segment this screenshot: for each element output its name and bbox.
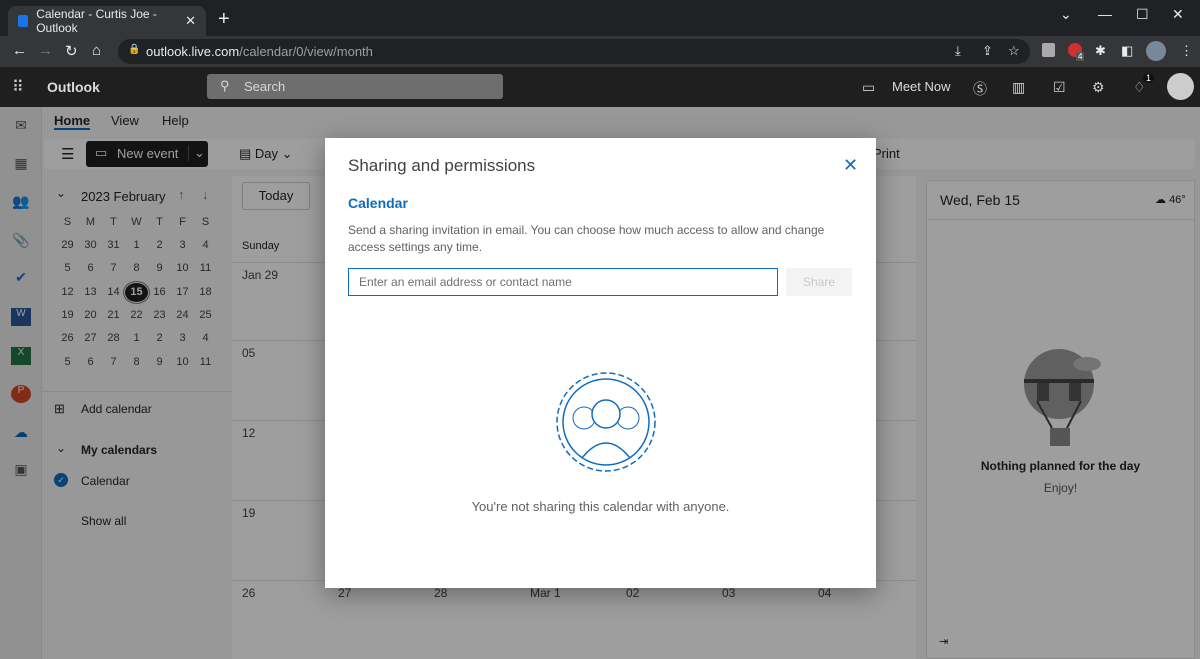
- app-name[interactable]: Outlook: [47, 79, 100, 95]
- meet-now-button[interactable]: Meet Now: [892, 79, 951, 94]
- share-icon[interactable]: ⇪: [982, 43, 993, 59]
- my-day-icon[interactable]: ☑: [1053, 79, 1066, 96]
- lock-icon: 🔒: [128, 44, 141, 55]
- share-button[interactable]: Share: [786, 268, 852, 296]
- tab-title: Calendar - Curtis Joe - Outlook: [36, 7, 157, 35]
- empty-sharing-text: You're not sharing this calendar with an…: [471, 499, 730, 514]
- reload-icon[interactable]: ↻: [65, 42, 78, 60]
- menu-icon[interactable]: ⋮: [1180, 43, 1193, 59]
- account-avatar[interactable]: [1167, 73, 1194, 100]
- profile-avatar[interactable]: [1146, 41, 1166, 61]
- sharing-dialog: Sharing and permissions ✕ Calendar Send …: [325, 138, 876, 588]
- outlook-favicon: [18, 15, 29, 27]
- extensions-puzzle-icon[interactable]: ✱: [1095, 43, 1106, 59]
- app-launcher-icon[interactable]: ⠿: [12, 77, 24, 97]
- onenote-icon[interactable]: ▥: [1012, 79, 1025, 96]
- browser-tab[interactable]: Calendar - Curtis Joe - Outlook ✕: [8, 6, 206, 36]
- calendar-section-title: Calendar: [348, 195, 408, 211]
- extension-icon[interactable]: [1042, 43, 1055, 57]
- browser-tab-bar: Calendar - Curtis Joe - Outlook ✕ + ⌄ — ☐…: [0, 0, 1200, 36]
- adblock-badge: 4: [1076, 52, 1085, 61]
- settings-gear-icon[interactable]: ⚙: [1092, 79, 1105, 96]
- minimize-button[interactable]: —: [1098, 6, 1112, 22]
- forward-icon[interactable]: →: [38, 42, 53, 59]
- close-tab-icon[interactable]: ✕: [185, 13, 196, 29]
- notification-badge: 1: [1143, 73, 1155, 83]
- dialog-description: Send a sharing invitation in email. You …: [348, 223, 825, 254]
- close-icon[interactable]: ✕: [843, 155, 858, 176]
- install-icon[interactable]: ⤓: [955, 43, 961, 59]
- bookmark-star-icon[interactable]: ☆: [1008, 43, 1020, 59]
- skype-icon[interactable]: Ⓢ: [973, 79, 987, 99]
- url-field[interactable]: 🔒 outlook.live.com/calendar/0/view/month: [118, 39, 1030, 64]
- email-input[interactable]: [348, 268, 778, 296]
- video-camera-icon[interactable]: ▭: [862, 79, 875, 96]
- tab-search-icon[interactable]: ⌄: [1060, 6, 1072, 23]
- people-sharing-illustration: [556, 372, 656, 472]
- close-window-button[interactable]: ✕: [1172, 6, 1184, 23]
- side-panel-icon[interactable]: ◧: [1121, 43, 1133, 59]
- new-tab-button[interactable]: +: [218, 8, 230, 31]
- dialog-title: Sharing and permissions: [348, 156, 536, 175]
- search-box[interactable]: ⚲ Search: [207, 74, 503, 99]
- maximize-button[interactable]: ☐: [1136, 6, 1149, 23]
- search-icon: ⚲: [220, 78, 230, 93]
- home-icon[interactable]: ⌂: [92, 42, 101, 59]
- back-icon[interactable]: ←: [12, 42, 27, 59]
